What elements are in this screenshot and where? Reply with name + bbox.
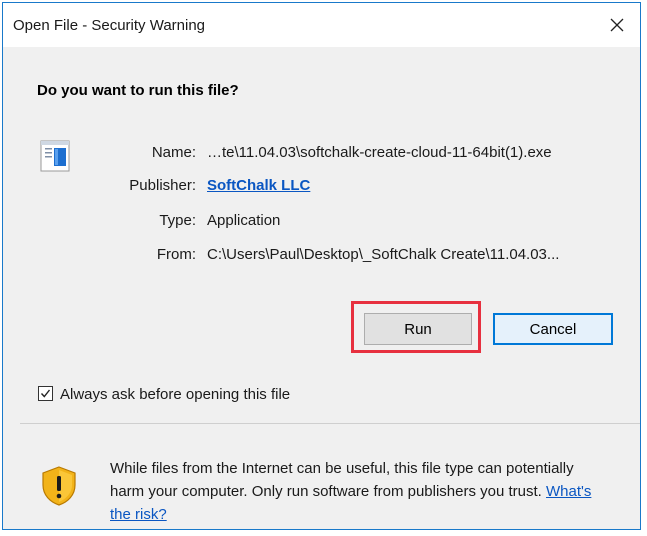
security-shield-icon	[42, 466, 76, 506]
name-label: Name:	[151, 144, 196, 161]
window-title: Open File - Security Warning	[13, 17, 206, 34]
close-icon	[610, 18, 624, 32]
always-ask-checkbox[interactable]	[38, 386, 53, 401]
security-warning-dialog: Open File - Security Warning Do you want…	[2, 2, 641, 530]
publisher-label: Publisher:	[129, 177, 196, 194]
cancel-button[interactable]: Cancel	[493, 313, 613, 345]
close-button[interactable]	[594, 3, 640, 47]
name-value: …te\11.04.03\softchalk-create-cloud-11-6…	[207, 144, 552, 161]
warning-text: While files from the Internet can be use…	[110, 460, 574, 500]
title-bar: Open File - Security Warning	[3, 3, 640, 47]
from-value: C:\Users\Paul\Desktop\_SoftChalk Create\…	[207, 246, 560, 263]
warning-message: While files from the Internet can be use…	[110, 457, 610, 526]
divider	[20, 423, 640, 424]
type-label: Type:	[159, 212, 196, 229]
type-value: Application	[207, 212, 281, 229]
publisher-link[interactable]: SoftChalk LLC	[207, 177, 310, 194]
from-label: From:	[156, 246, 196, 263]
run-button[interactable]: Run	[364, 313, 472, 345]
dialog-question: Do you want to run this file?	[37, 82, 239, 99]
checkmark-icon	[40, 389, 51, 398]
always-ask-label[interactable]: Always ask before opening this file	[60, 386, 290, 403]
